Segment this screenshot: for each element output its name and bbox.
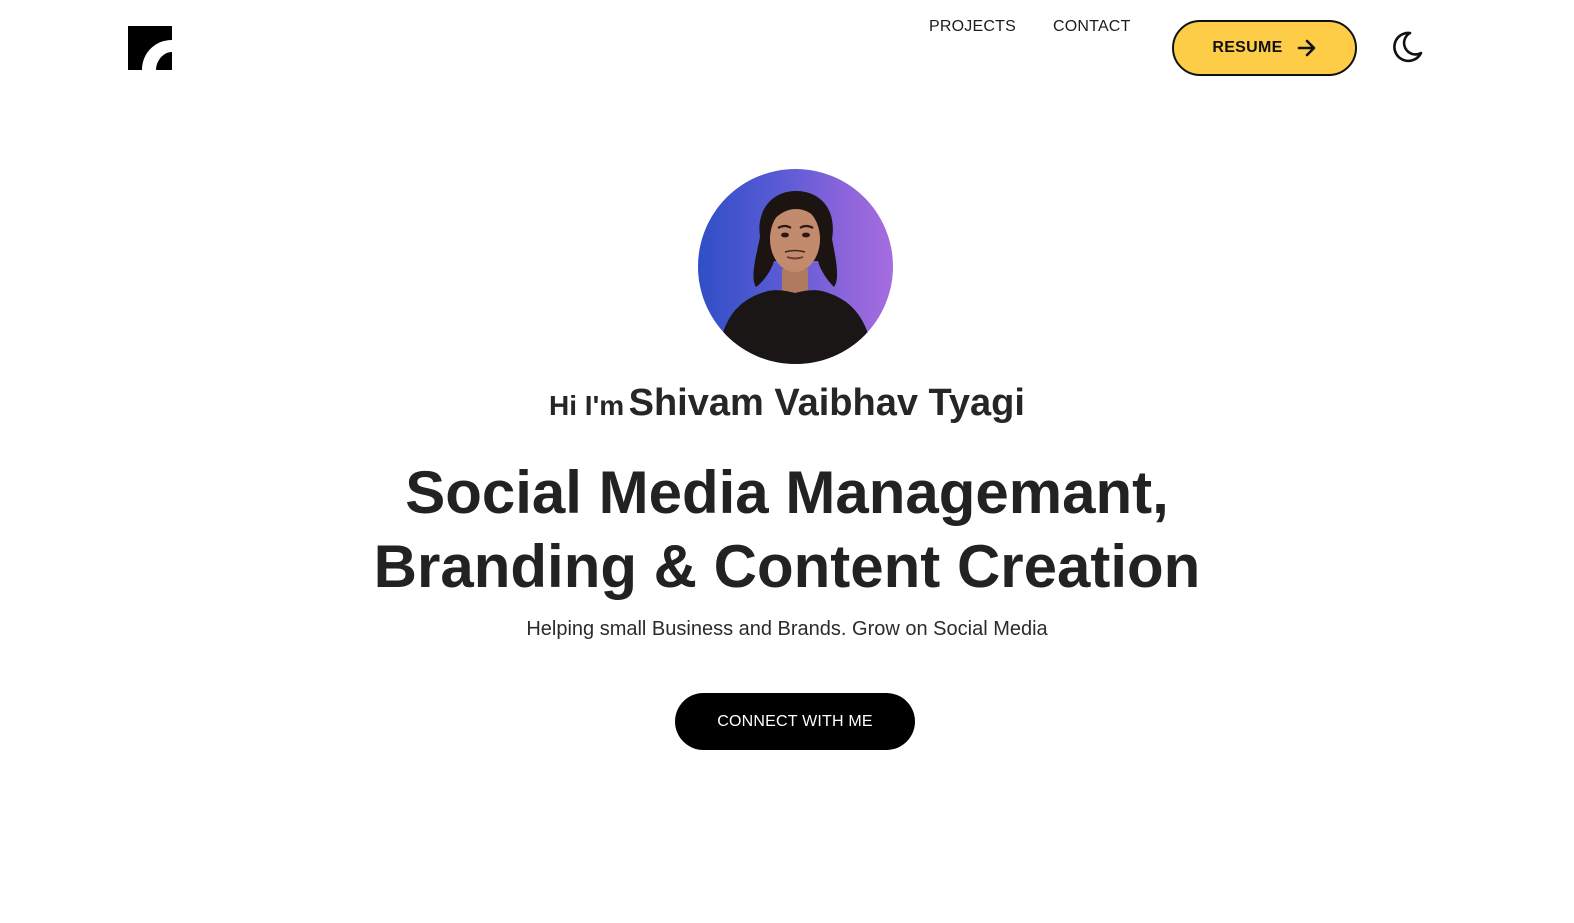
resume-button-label: RESUME [1212,39,1283,56]
headline-line-1: Social Media Managemant, [405,459,1169,526]
hero-subtitle: Helping small Business and Brands. Grow … [526,618,1048,640]
connect-with-me-button[interactable]: CONNECT WITH ME [675,693,915,750]
portfolio-page: PROJECTS CONTACT RESUME Hi I'm Shivam Va… [0,0,1574,923]
profile-avatar [698,169,893,364]
greeting-prefix: Hi I'm [549,390,625,421]
greeting-heading: Hi I'm Shivam Vaibhav Tyagi [0,382,1574,425]
nav-link-projects[interactable]: PROJECTS [929,18,1016,36]
profile-name: Shivam Vaibhav Tyagi [628,382,1025,424]
arrow-right-icon [1297,39,1315,57]
profile-photo [718,191,874,364]
hero-headline: Social Media Managemant, Branding & Cont… [0,456,1574,604]
moon-icon[interactable] [1390,30,1424,64]
nav-link-contact[interactable]: CONTACT [1053,18,1131,36]
headline-line-2: Branding & Content Creation [373,533,1201,600]
resume-button[interactable]: RESUME [1172,20,1357,76]
brand-logo-icon[interactable] [128,26,172,70]
